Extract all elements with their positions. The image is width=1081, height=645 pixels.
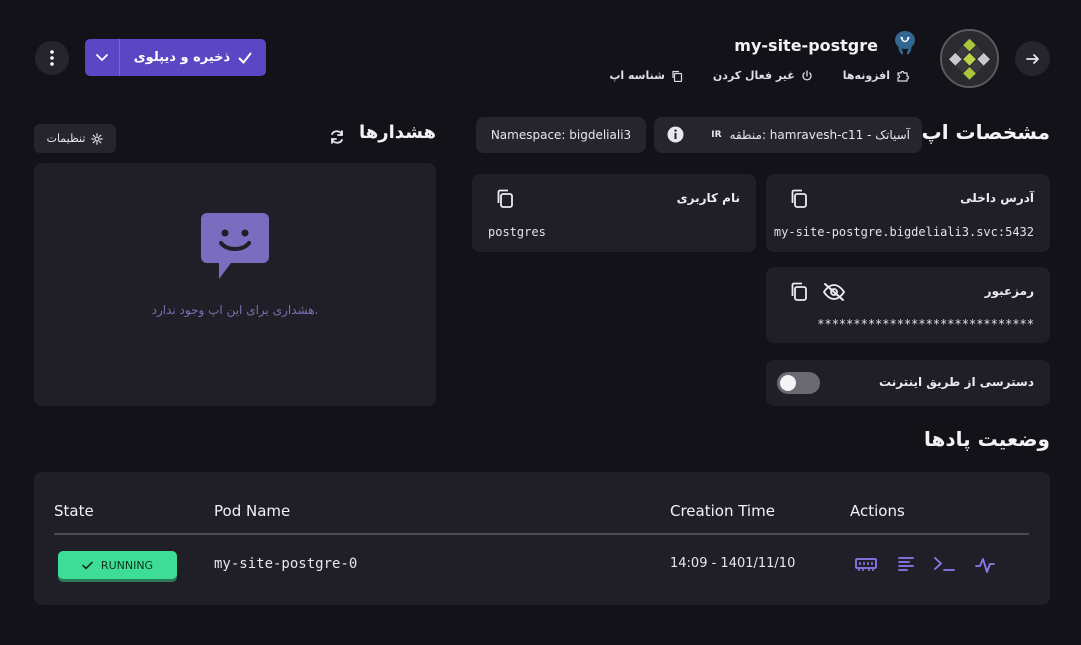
addons-link[interactable]: افزونه‌ها: [843, 69, 909, 82]
column-header-pod-name: Pod Name: [214, 502, 291, 520]
gear-icon: [91, 132, 104, 145]
terminal-icon[interactable]: [933, 556, 955, 572]
alerts-title: هشدارها: [359, 122, 436, 143]
header-links: شناسه اپ غیر فعال کردن افزونه‌ها: [609, 69, 909, 82]
back-button[interactable]: [1015, 41, 1050, 76]
check-icon: [82, 561, 93, 569]
internet-access-toggle[interactable]: [777, 372, 820, 394]
region-chip: IR منطقه: hamravesh-c11 - آسیاتک: [654, 117, 922, 153]
disable-link[interactable]: غیر فعال کردن: [713, 69, 813, 82]
pulse-icon[interactable]: [975, 556, 995, 574]
power-icon: [802, 69, 812, 80]
pod-creation-time: 14:09 - 1401/11/10: [670, 556, 796, 571]
internet-access-label: دسترسی از طریق اینترنت: [879, 375, 1034, 389]
app-title: my-site-postgre: [734, 36, 878, 55]
status-badge: RUNNING: [58, 551, 177, 579]
password-value: ******************************: [817, 317, 1034, 331]
app-avatar: [940, 29, 999, 88]
internal-address-label: آدرس داخلی: [960, 191, 1034, 205]
eye-off-icon[interactable]: [822, 282, 846, 302]
puzzle-icon: [897, 70, 909, 82]
check-icon: [238, 52, 252, 63]
namespace-chip: Namespace: bigdeliali3: [476, 117, 646, 153]
app-spec-title: مشخصات اپ: [921, 120, 1050, 144]
save-deploy-button[interactable]: ذخیره و دیپلوی: [120, 39, 266, 76]
password-card: رمزعبور ******************************: [766, 267, 1050, 343]
kebab-icon: [50, 50, 54, 66]
deploy-options-button[interactable]: [85, 39, 120, 76]
internal-address-card: آدرس داخلی my-site-postgre.bigdeliali3.s…: [766, 174, 1050, 252]
username-value: postgres: [488, 225, 546, 239]
internal-address-value: my-site-postgre.bigdeliali3.svc:5432: [773, 225, 1034, 239]
app-id-link[interactable]: شناسه اپ: [609, 69, 683, 82]
info-icon[interactable]: [667, 126, 684, 143]
column-header-actions: Actions: [850, 502, 905, 520]
username-label: نام کاربری: [676, 191, 740, 205]
memory-icon[interactable]: [855, 556, 877, 572]
refresh-icon[interactable]: [329, 129, 345, 145]
column-header-state: State: [54, 502, 94, 520]
internet-access-card: دسترسی از طریق اینترنت: [766, 360, 1050, 406]
pod-name: my-site-postgre-0: [214, 556, 358, 572]
header-divider: [54, 533, 1029, 535]
deploy-button-group: ذخیره و دیپلوی: [85, 39, 266, 76]
username-card: نام کاربری postgres: [472, 174, 756, 252]
more-options-button[interactable]: [35, 41, 69, 75]
region-badge: IR: [711, 130, 722, 140]
chat-smile-icon: [201, 213, 269, 279]
copy-icon[interactable]: [790, 189, 808, 209]
pods-title: وضعیت پادها: [923, 427, 1050, 451]
copy-icon[interactable]: [496, 189, 514, 209]
arrow-right-icon: [1025, 53, 1039, 64]
copy-icon: [672, 70, 683, 82]
toggle-knob: [780, 375, 796, 391]
region-text: منطقه: hamravesh-c11 - آسیاتک: [729, 128, 910, 142]
pods-table: State Pod Name Creation Time Actions RUN…: [34, 472, 1050, 605]
column-header-creation-time: Creation Time: [670, 502, 775, 520]
alerts-empty-text: هشداری برای این اپ وجود ندارد.: [151, 303, 319, 317]
alerts-panel: هشداری برای این اپ وجود ندارد.: [34, 163, 436, 406]
password-label: رمزعبور: [984, 284, 1034, 298]
alert-settings-button[interactable]: تنظیمات: [34, 124, 116, 153]
copy-icon[interactable]: [790, 282, 808, 302]
postgres-icon: [892, 29, 918, 55]
chevron-down-icon: [96, 53, 108, 61]
logs-icon[interactable]: [898, 556, 914, 572]
